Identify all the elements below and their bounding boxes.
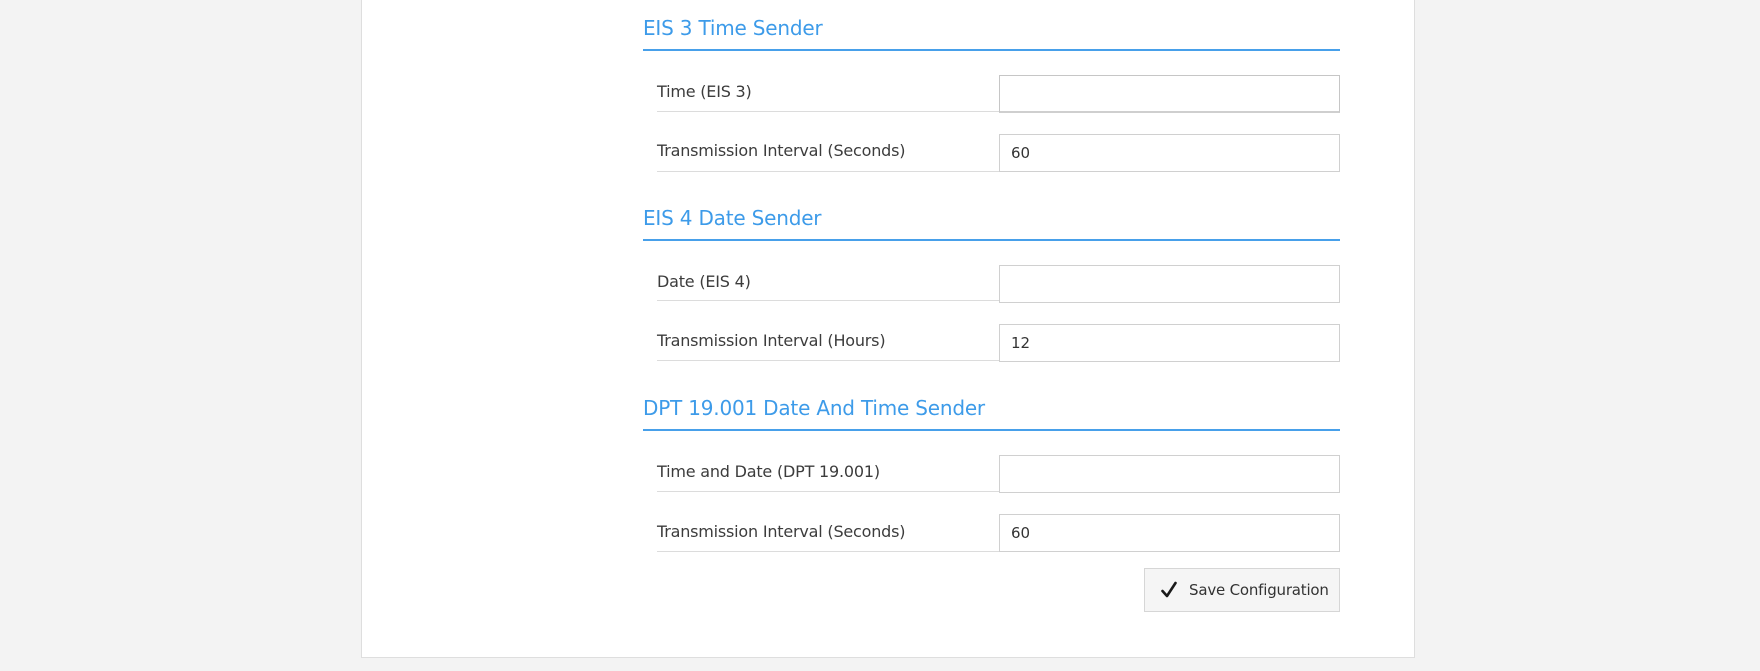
section-divider (643, 239, 1340, 241)
eis3-transmission-interval-input[interactable] (999, 134, 1340, 172)
field-label-transmission-interval-seconds: Transmission Interval (Seconds) (657, 522, 906, 541)
field-underline (657, 111, 1000, 112)
field-label-transmission-interval-seconds: Transmission Interval (Seconds) (657, 141, 906, 160)
time-and-date-dpt19001-input[interactable] (999, 455, 1340, 493)
field-underline (657, 551, 1000, 552)
checkmark-icon (1161, 581, 1177, 598)
section-divider (643, 429, 1340, 431)
section-divider (643, 49, 1340, 51)
field-underline (657, 300, 1000, 301)
eis4-transmission-interval-input[interactable] (999, 324, 1340, 362)
field-label-time-eis3: Time (EIS 3) (657, 82, 752, 101)
save-configuration-label: Save Configuration (1189, 581, 1329, 599)
field-label-date-eis4: Date (EIS 4) (657, 272, 751, 291)
field-underline (657, 360, 1000, 361)
section-title-eis3-time-sender: EIS 3 Time Sender (643, 16, 823, 40)
field-underline (657, 491, 1000, 492)
field-label-time-and-date-dpt19001: Time and Date (DPT 19.001) (657, 462, 880, 481)
section-title-eis4-date-sender: EIS 4 Date Sender (643, 206, 822, 230)
field-underline (657, 171, 1000, 172)
time-eis3-input[interactable] (999, 75, 1340, 113)
date-eis4-input[interactable] (999, 265, 1340, 303)
field-label-transmission-interval-hours: Transmission Interval (Hours) (657, 331, 886, 350)
save-configuration-button[interactable]: Save Configuration (1144, 568, 1340, 612)
section-title-dpt19001-date-time-sender: DPT 19.001 Date And Time Sender (643, 396, 985, 420)
dpt19001-transmission-interval-input[interactable] (999, 514, 1340, 552)
